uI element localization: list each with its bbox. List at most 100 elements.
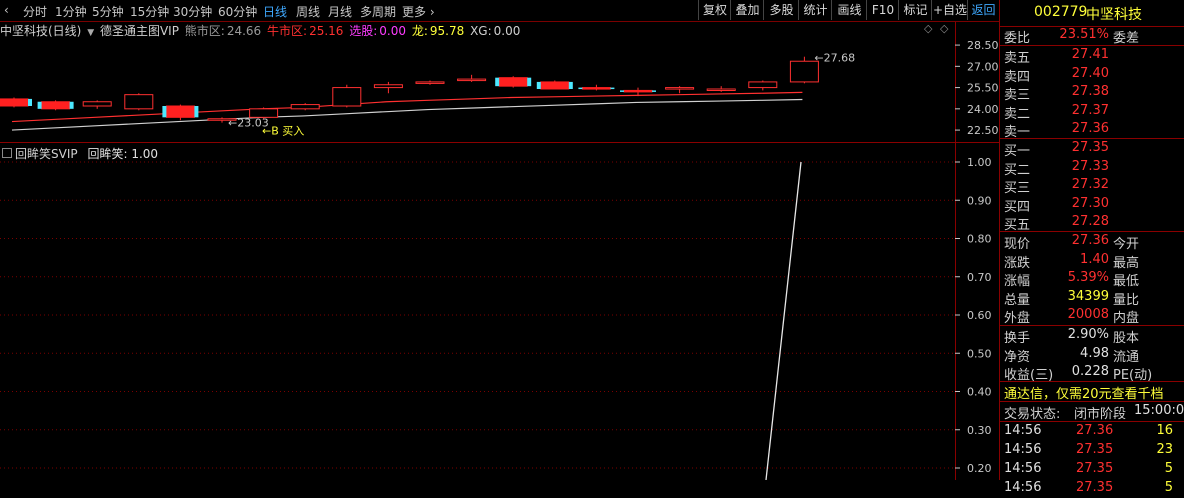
webi-label: 委比 <box>1004 31 1031 46</box>
candle-volume-mark <box>527 77 532 87</box>
sub-indicator-name[interactable]: 回眸笑SVIP <box>15 147 78 161</box>
tick-price: 27.35 <box>1076 442 1114 457</box>
buy-row: 买四 27.30 <box>1002 195 1184 215</box>
stat-value: 34399 <box>1067 288 1109 304</box>
candle-volume-mark <box>568 81 573 89</box>
sub-tick-label: 0.20 <box>967 462 992 475</box>
tick-row: 14:56 27.35 5 <box>1002 480 1184 498</box>
sub-tick-label: 0.40 <box>967 386 992 399</box>
price-tick-label: 27.00 <box>967 60 999 73</box>
stat-label2: 流通 <box>1113 349 1140 365</box>
stat-label2: 最低 <box>1113 274 1140 290</box>
candle-body-down <box>498 77 528 87</box>
sell-row-price: 27.40 <box>1071 65 1109 81</box>
quote-panel: 002779 中坚科技 委比 23.51% 委差 卖五 27.41 卖四 27.40 卖… <box>999 0 1184 495</box>
buy-row: 买五 27.28 <box>1002 214 1184 233</box>
price-tick-label: 25.50 <box>967 82 999 95</box>
buy-row: 买三 27.32 <box>1002 177 1184 197</box>
trade-status-time: 15:00:0 <box>1134 403 1184 418</box>
sell-row: 卖五 27.41 <box>1002 47 1184 66</box>
buy-row: 买一 27.35 <box>1002 140 1184 159</box>
candle-body-down <box>165 105 195 118</box>
candle-body-up <box>457 78 487 82</box>
candle-volume-mark <box>194 106 199 118</box>
stock-name: 中坚科技 <box>1086 7 1142 23</box>
buy-row-label: 买一 <box>1004 144 1031 159</box>
sub-tick-label: 0.90 <box>967 194 992 207</box>
stat-row: 涨跌 1.40 最高 <box>1002 251 1184 271</box>
tick-time: 14:56 <box>1004 461 1042 476</box>
candle-body-up <box>373 84 403 89</box>
sub-tick-label: 0.70 <box>967 271 992 284</box>
checkbox-icon[interactable] <box>2 148 12 158</box>
sell-row: 卖三 27.38 <box>1002 84 1184 103</box>
trade-status-label: 交易状态: <box>1004 407 1061 422</box>
candle-volume-mark <box>620 90 624 92</box>
stat-row: 收益(三) 0.228 PE(动) <box>1002 364 1184 383</box>
stat-label2: 内盘 <box>1113 311 1140 327</box>
candle-volume-mark <box>162 106 167 118</box>
candle-body-up <box>415 81 445 84</box>
promo-row[interactable]: 通达信，仅需20元查看千档 <box>1002 383 1184 402</box>
buy-row: 买二 27.33 <box>1002 158 1184 178</box>
stat-value: 20008 <box>1067 307 1109 323</box>
candle-volume-mark <box>495 77 500 87</box>
candle-body-up <box>665 87 695 90</box>
trade-status-row: 交易状态: 闭市阶段 15:00:0 <box>1002 403 1184 422</box>
stat-value: 5.39% <box>1067 270 1109 286</box>
sub-indicator-header: 回眸笑SVIP 回眸笑: 1.00 <box>2 145 158 162</box>
sell-row-label: 卖二 <box>1004 106 1031 122</box>
candle-body-up <box>332 87 362 107</box>
tick-price: 27.35 <box>1076 461 1114 476</box>
tick-volume: 5 <box>1164 461 1173 476</box>
stat-row: 外盘 20008 内盘 <box>1002 307 1184 327</box>
buy-row-price: 27.35 <box>1071 140 1109 155</box>
tick-time: 14:56 <box>1004 442 1042 457</box>
tick-price: 27.36 <box>1076 423 1114 438</box>
candle-body-down <box>581 87 611 90</box>
stat-label2: 股本 <box>1113 331 1140 346</box>
stat-value: 27.36 <box>1071 233 1109 248</box>
candle-body-down <box>0 98 29 107</box>
candle-body-down <box>623 89 653 93</box>
stat-row: 总量 34399 量比 <box>1002 288 1184 308</box>
sub-tick-label: 0.50 <box>967 347 992 360</box>
stat-value: 1.40 <box>1080 251 1109 267</box>
tick-time: 14:56 <box>1004 423 1042 438</box>
stock-header: 002779 中坚科技 <box>1002 4 1184 24</box>
tick-volume: 23 <box>1156 442 1173 457</box>
stat-row: 换手 2.90% 股本 <box>1002 327 1184 346</box>
tick-volume: 5 <box>1164 480 1173 495</box>
sell-row: 卖二 27.37 <box>1002 103 1184 122</box>
promo-text[interactable]: 通达信，仅需20元查看千档 <box>1004 383 1164 402</box>
candle-body-down <box>540 81 570 90</box>
sell-row: 卖四 27.40 <box>1002 65 1184 85</box>
price-tick-label: 24.00 <box>967 103 999 116</box>
candle-body-up <box>124 94 154 110</box>
buy-row-price: 27.28 <box>1071 214 1109 230</box>
stat-label: 涨幅 <box>1004 274 1031 290</box>
buy-row-price: 27.30 <box>1071 195 1109 211</box>
stat-label: 总量 <box>1004 292 1031 308</box>
tick-time: 14:56 <box>1004 480 1042 495</box>
webi-row: 委比 23.51% 委差 <box>1002 27 1184 46</box>
sub-indicator-line <box>765 161 802 480</box>
buy-row-label: 买三 <box>1004 181 1031 197</box>
buy-row-label: 买二 <box>1004 162 1031 178</box>
price-tick-label: 28.50 <box>967 39 999 52</box>
chart-area[interactable]: 28.5027.0025.5024.0022.50←27.68←23.03←B … <box>0 0 999 480</box>
buy-row-label: 买四 <box>1004 199 1031 215</box>
high-annotation: ←27.68 <box>814 52 855 65</box>
trade-status-value: 闭市阶段 <box>1074 407 1127 422</box>
sell-row-label: 卖四 <box>1004 69 1031 85</box>
webi-value: 23.51% <box>1059 27 1109 42</box>
stat-label: 换手 <box>1004 331 1031 346</box>
sub-tick-label: 0.60 <box>967 309 992 322</box>
stat-label2: 量比 <box>1113 292 1140 308</box>
sell-row-label: 卖五 <box>1004 51 1031 66</box>
stat-value: 2.90% <box>1067 327 1109 342</box>
buy-row-price: 27.33 <box>1071 158 1109 174</box>
stat-label: 净资 <box>1004 349 1031 365</box>
sub-tick-label: 0.30 <box>967 424 992 437</box>
buy-row-price: 27.32 <box>1071 177 1109 193</box>
